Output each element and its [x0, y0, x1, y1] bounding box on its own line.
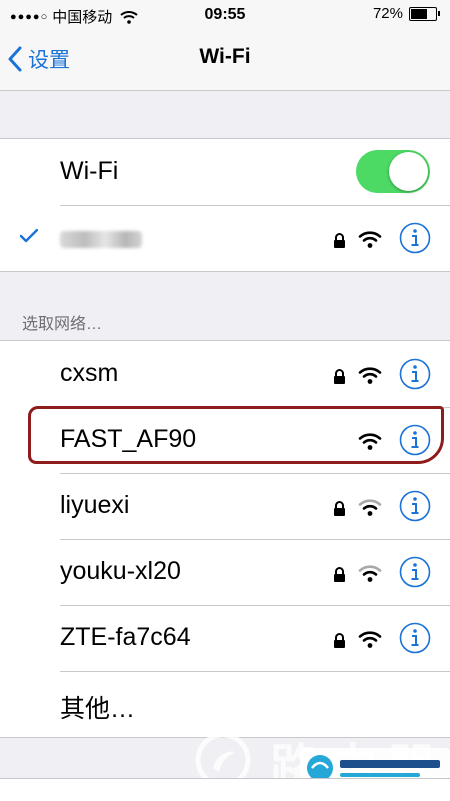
wifi-toggle-row: Wi-Fi [0, 139, 450, 205]
toggle-knob [389, 152, 428, 191]
wifi-signal-icon [358, 231, 382, 248]
lock-icon [334, 633, 345, 648]
status-right: 72% [373, 5, 440, 22]
other-network-label: 其他… [60, 695, 136, 723]
lock-icon [334, 501, 345, 516]
network-row-youku-xl20[interactable]: youku-xl20 [0, 539, 450, 605]
lock-icon [334, 233, 345, 248]
wifi-toggle-group: Wi-Fi [0, 138, 450, 272]
lock-icon [334, 567, 345, 582]
network-name: cxsm [60, 359, 119, 387]
network-name: youku-xl20 [60, 557, 181, 585]
network-name: liyuexi [60, 491, 130, 519]
checkmark-icon [20, 229, 38, 243]
info-icon[interactable] [399, 358, 431, 390]
network-row-cxsm[interactable]: cxsm [0, 341, 450, 407]
network-name: ZTE-fa7c64 [60, 623, 191, 651]
info-icon[interactable] [399, 222, 431, 254]
info-icon[interactable] [399, 424, 431, 456]
status-bar: ●●●●○ 中国移动 09:55 72% [0, 0, 450, 30]
info-icon[interactable] [399, 490, 431, 522]
lock-icon [334, 369, 345, 384]
network-name: FAST_AF90 [60, 425, 197, 453]
connected-network-row[interactable] [0, 205, 450, 271]
wifi-signal-icon [358, 367, 382, 384]
connected-network-name-blurred [60, 231, 142, 248]
battery-cap [438, 11, 440, 16]
network-row-liyuexi[interactable]: liyuexi [0, 473, 450, 539]
info-icon[interactable] [399, 556, 431, 588]
next-section-strip [0, 778, 450, 801]
wifi-signal-icon [358, 565, 382, 582]
battery-level-fill [411, 8, 427, 19]
network-row-fast_af90[interactable]: FAST_AF90 [0, 407, 450, 473]
wifi-signal-icon [358, 631, 382, 648]
wifi-signal-icon [358, 433, 382, 450]
wifi-toggle-label: Wi-Fi [60, 157, 119, 185]
wifi-signal-icon [358, 499, 382, 516]
page-title: Wi-Fi [199, 45, 251, 68]
battery-percentage: 72% [372, 5, 403, 22]
section-header-choose-network: 选取网络… [22, 316, 103, 333]
navigation-bar: 设置 Wi-Fi [0, 30, 450, 91]
wifi-toggle-switch[interactable] [356, 150, 430, 193]
network-row-zte-fa7c64[interactable]: ZTE-fa7c64 [0, 605, 450, 671]
battery-icon [409, 6, 437, 21]
info-icon[interactable] [399, 622, 431, 654]
network-list: cxsm FAST_AF90liyuexi youku-xl20 ZTE-fa7c64… [0, 340, 450, 738]
